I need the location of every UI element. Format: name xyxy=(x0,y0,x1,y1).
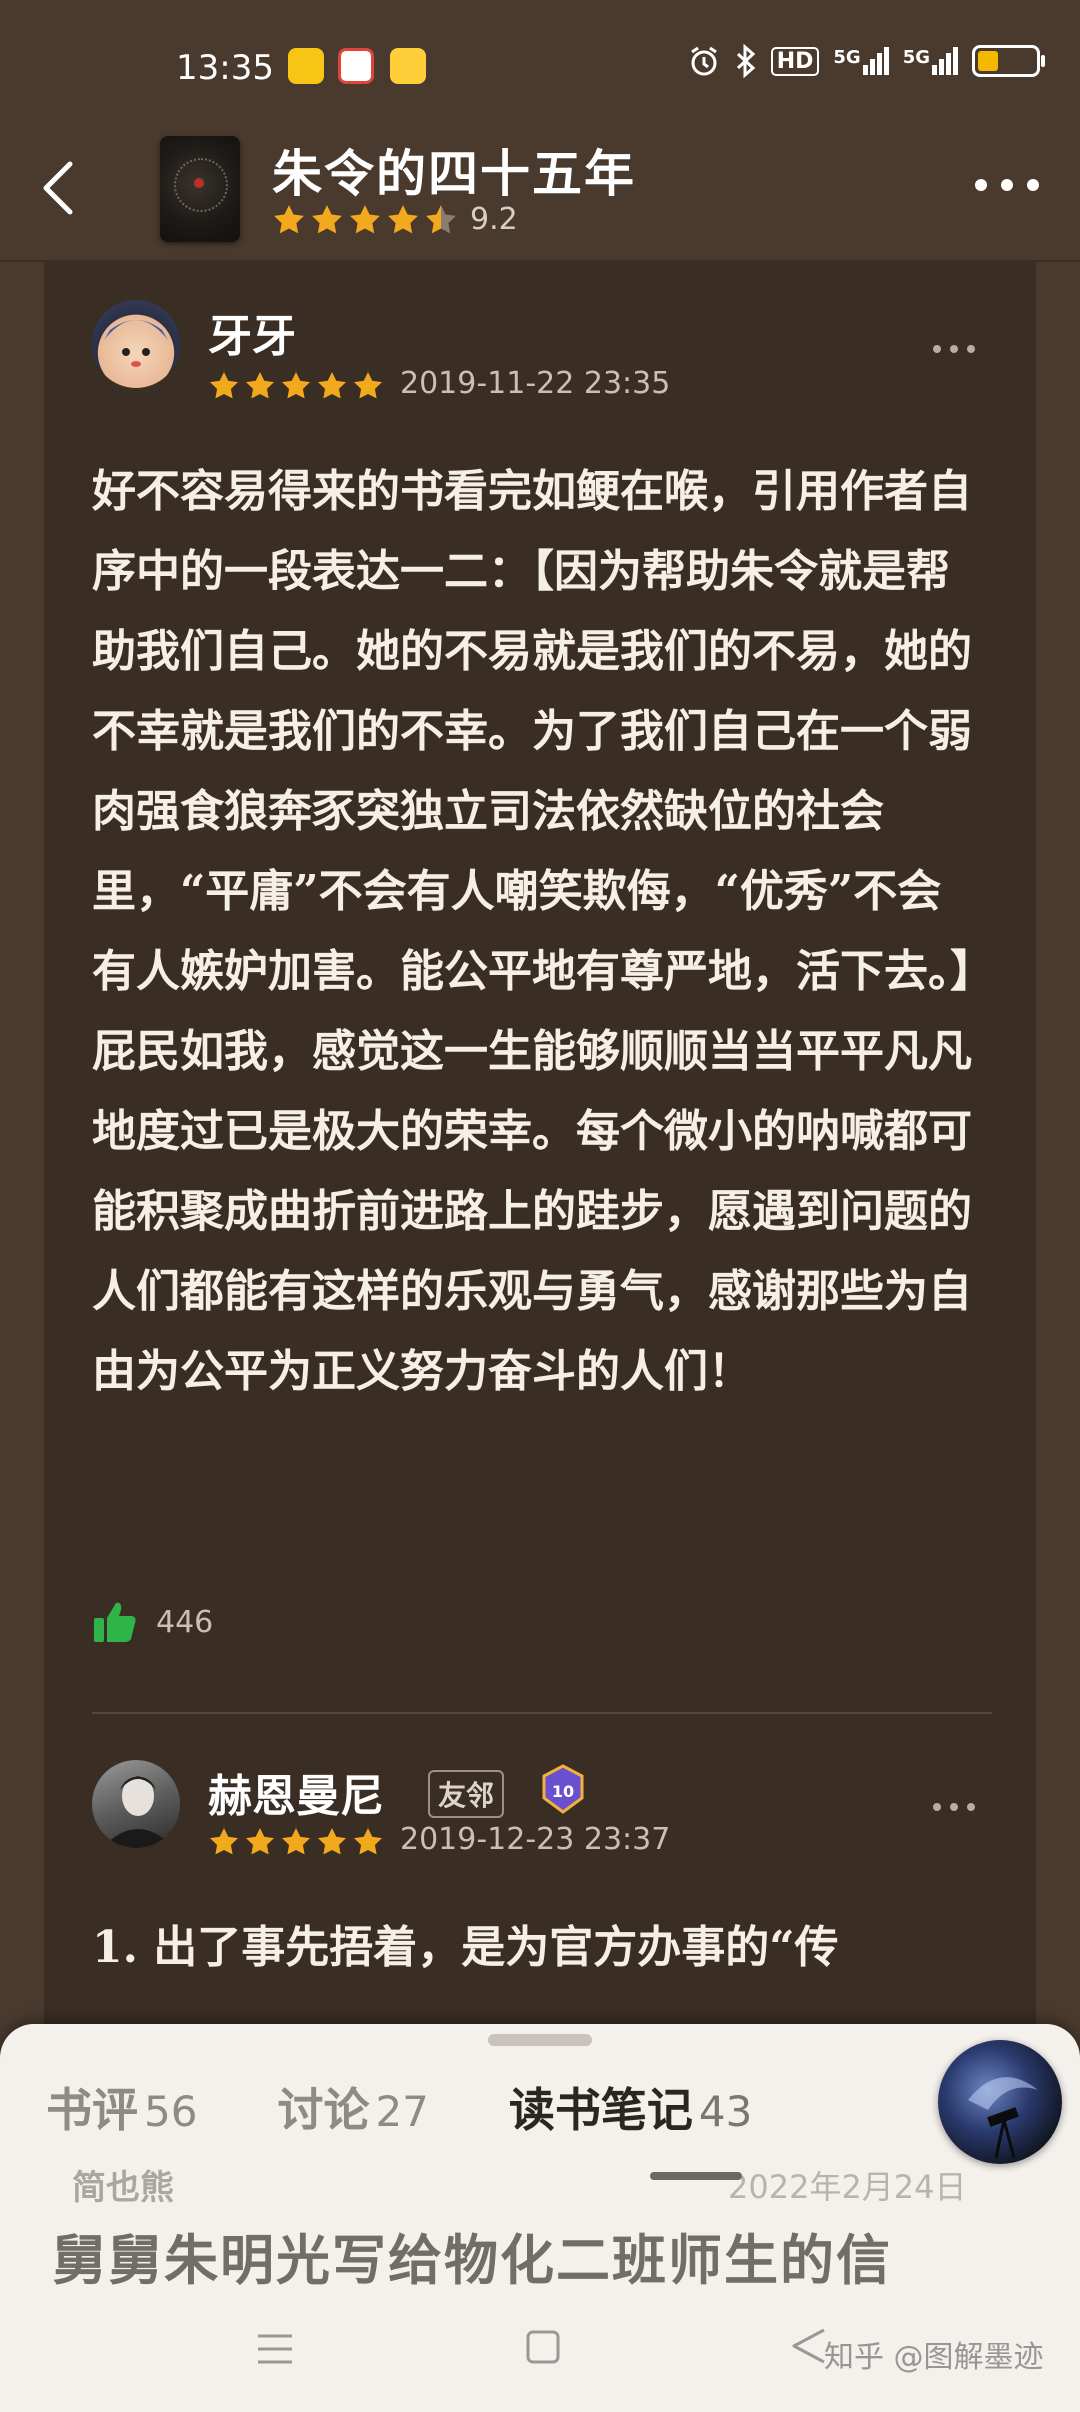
star-icon xyxy=(210,372,238,399)
review-stars xyxy=(208,1826,384,1858)
review-date: 2019-12-23 23:37 xyxy=(400,1822,671,1857)
star-icon xyxy=(354,1828,382,1855)
level-badge-number: 10 xyxy=(552,1782,574,1801)
like-count: 446 xyxy=(156,1604,214,1640)
level-badge-icon: 10 xyxy=(542,1764,584,1814)
tab-label: 讨论 xyxy=(277,2083,370,2137)
review-date: 2019-11-22 23:35 xyxy=(400,366,671,401)
friend-badge: 友邻 xyxy=(428,1770,505,1818)
star-icon xyxy=(282,372,310,399)
tab-count: 43 xyxy=(698,2087,753,2136)
status-bar: 13:35 HD 5G 5G xyxy=(0,0,1080,130)
battery-level xyxy=(978,51,998,71)
star-icon xyxy=(246,1828,274,1855)
star-icon xyxy=(354,372,382,399)
status-icons: HD 5G 5G xyxy=(687,44,1045,78)
rating-stars xyxy=(272,203,458,237)
review-more-icon[interactable] xyxy=(932,344,976,354)
review-user-name[interactable]: 赫恩曼尼 xyxy=(208,1760,384,1824)
tab-label: 读书笔记 xyxy=(508,2083,693,2137)
hd-icon: HD xyxy=(770,46,820,76)
star-icon xyxy=(318,372,346,399)
tab-reading-notes[interactable]: 读书笔记 43 xyxy=(509,2074,752,2140)
bluetooth-icon xyxy=(736,44,755,78)
status-time: 13:35 xyxy=(176,48,274,88)
cet-app-icon xyxy=(390,48,426,84)
book-title: 朱令的四十五年 xyxy=(272,144,636,203)
review-body[interactable]: 好不容易得来的书看完如鲠在喉，引用作者自序中的一段表达一二：【因为帮助朱令就是帮… xyxy=(92,452,982,1412)
more-options-icon[interactable] xyxy=(974,178,1040,192)
like-button[interactable]: 446 xyxy=(92,1600,213,1644)
sheet-user-avatar[interactable] xyxy=(938,2040,1062,2164)
review-more-icon[interactable] xyxy=(932,1802,976,1812)
star-icon xyxy=(318,1828,346,1855)
star-icon xyxy=(274,204,304,233)
star-icon xyxy=(246,372,274,399)
tab-count: 56 xyxy=(144,2087,198,2136)
battery-icon xyxy=(972,45,1045,77)
alarm-icon xyxy=(690,46,717,76)
nav-menu-icon[interactable] xyxy=(256,2332,294,2366)
nav-back-icon[interactable] xyxy=(790,2326,828,2366)
tab-discussions[interactable]: 讨论 27 xyxy=(277,2074,428,2140)
avatar[interactable] xyxy=(92,1760,180,1848)
tab-reviews[interactable]: 书评 56 xyxy=(46,2074,197,2140)
review-divider xyxy=(92,1712,992,1714)
tab-count: 27 xyxy=(375,2087,429,2136)
review-user-name[interactable]: 牙牙 xyxy=(208,300,296,364)
peek-note-title[interactable]: 舅舅朱明光写给物化二班师生的信 xyxy=(52,2216,892,2295)
book-rating: 9.2 xyxy=(272,202,518,237)
star-icon xyxy=(350,204,380,233)
peek-note-date: 2022年2月24日 xyxy=(728,2168,967,2206)
sheet-tabs: 书评 56 讨论 27 读书笔记 43 xyxy=(46,2074,832,2140)
map-app-icon xyxy=(338,48,374,84)
book-cover[interactable] xyxy=(160,136,240,242)
star-icon xyxy=(426,204,456,233)
notes-app-icon xyxy=(288,48,324,84)
sheet-drag-handle[interactable] xyxy=(488,2034,592,2046)
watermark: 知乎 @图解墨迹 xyxy=(824,2340,1044,2375)
signal-5g-icon: 5G xyxy=(903,47,958,75)
review-stars xyxy=(208,370,384,402)
peek-note-user: 简也熊 xyxy=(72,2168,174,2208)
avatar[interactable] xyxy=(92,300,180,388)
back-arrow-icon[interactable] xyxy=(38,158,78,218)
star-icon xyxy=(388,204,418,233)
star-icon xyxy=(312,204,342,233)
thumbs-up-icon[interactable] xyxy=(92,1600,138,1644)
star-icon xyxy=(282,1828,310,1855)
star-icon xyxy=(210,1828,238,1855)
review-body[interactable]: 1. 出了事先捂着，是为官方办事的“传 xyxy=(92,1908,982,1988)
tab-label: 书评 xyxy=(46,2083,138,2137)
signal-5g-icon: 5G xyxy=(833,47,889,75)
nav-home-icon[interactable] xyxy=(526,2330,560,2364)
rating-score: 9.2 xyxy=(470,202,518,237)
